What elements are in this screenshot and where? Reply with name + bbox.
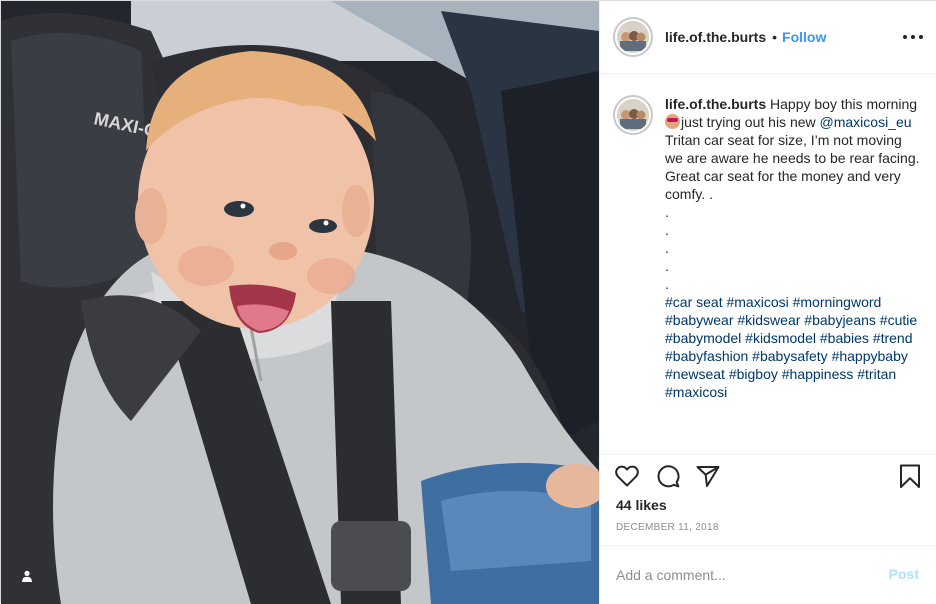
photo-illustration: MAXI-C (1, 1, 599, 604)
post-caption: life.of.the.burts Happy boy this morning… (613, 95, 931, 451)
avatar-image (617, 99, 649, 131)
user-tag-icon[interactable] (13, 562, 41, 590)
heart-icon[interactable] (613, 462, 641, 490)
avatar-image (617, 21, 649, 53)
caption-avatar[interactable] (613, 95, 653, 135)
more-dot (903, 35, 907, 39)
caption-line1: Happy boy this morning (766, 96, 921, 112)
more-options-icon[interactable] (903, 29, 923, 45)
actions-divider (600, 454, 936, 455)
comment-bubble-icon[interactable] (654, 462, 682, 490)
bookmark-icon[interactable] (896, 462, 924, 490)
post-date[interactable]: DECEMBER 11, 2018 (616, 522, 719, 533)
caption-line1-cont: just trying out his new (681, 114, 820, 130)
comment-input[interactable] (616, 565, 876, 585)
header-separator: • (772, 29, 778, 45)
caption-text: life.of.the.burts Happy boy this morning… (665, 95, 920, 451)
header-username[interactable]: life.of.the.burts (665, 29, 766, 45)
likes-count[interactable]: 44 likes (616, 497, 667, 513)
post-comment-button[interactable]: Post (889, 566, 919, 582)
comment-box: Post (600, 545, 936, 603)
caption-username[interactable]: life.of.the.burts (665, 96, 766, 112)
more-dot (919, 35, 923, 39)
post-side-panel: life.of.the.burts • Follow life.of.the.b… (599, 1, 936, 604)
follow-button[interactable]: Follow (782, 29, 826, 45)
post-header: life.of.the.burts • Follow (600, 1, 936, 74)
more-dot (911, 35, 915, 39)
caption-mention-link[interactable]: @maxicosi_eu (820, 114, 912, 130)
action-bar (600, 456, 936, 496)
caption-hashtags[interactable]: #car seat #maxicosi #morningword #babywe… (665, 294, 921, 400)
smiling-face-with-sunglasses-emoji (665, 114, 680, 129)
post-photo[interactable]: MAXI-C (1, 1, 599, 604)
paper-plane-icon[interactable] (694, 462, 722, 490)
caption-body: Tritan car seat for size, I’m not moving… (665, 132, 920, 292)
post-frame: MAXI-C life.of.the.burts • Follow life.o… (0, 0, 936, 604)
header-avatar[interactable] (613, 17, 653, 57)
